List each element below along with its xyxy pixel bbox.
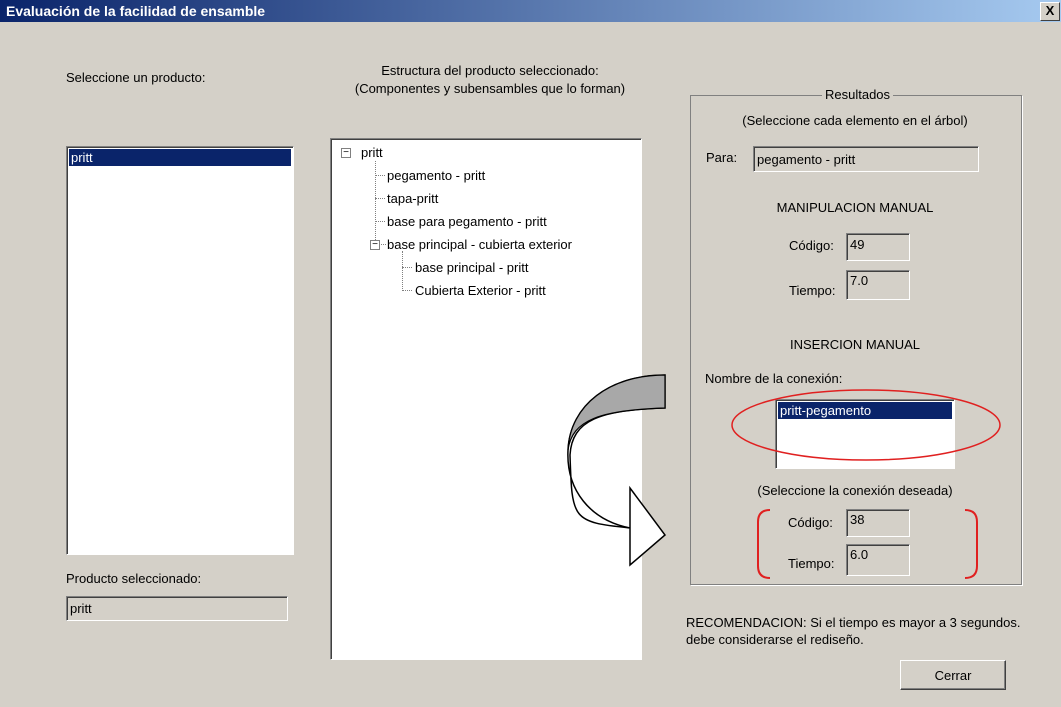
curved-arrow-shade xyxy=(567,374,666,451)
left-bracket xyxy=(757,509,771,579)
highlight-ellipse xyxy=(731,389,1001,461)
annotation-overlay xyxy=(567,374,1001,579)
right-bracket xyxy=(964,509,978,579)
